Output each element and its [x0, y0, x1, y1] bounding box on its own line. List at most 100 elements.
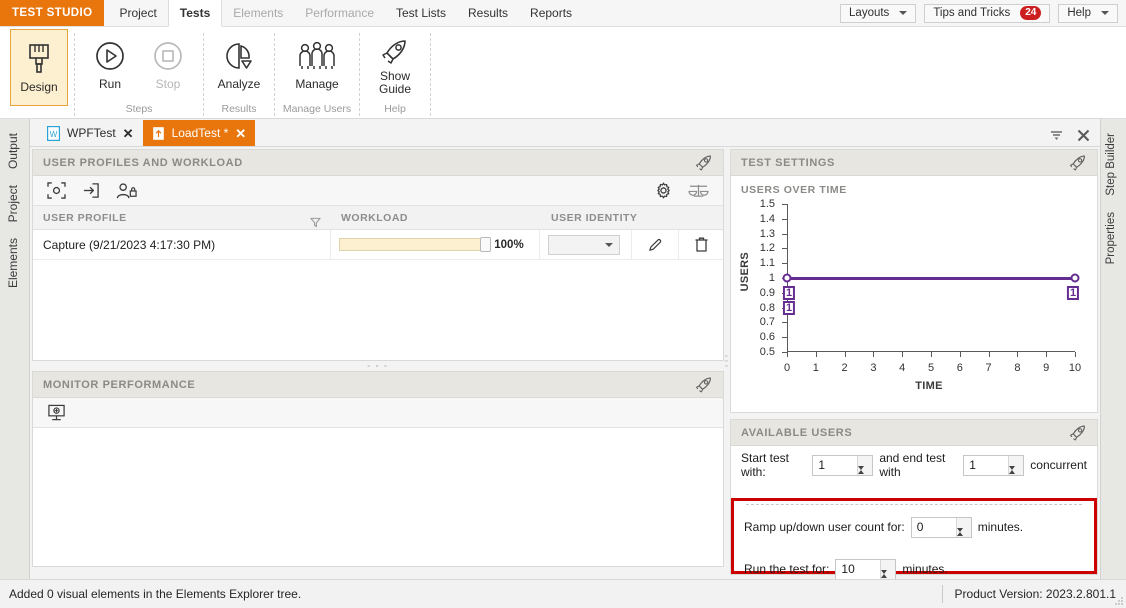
and-end-test-with-label: and end test with [879, 451, 946, 479]
start-end-users-row: Start test with: 1 and end test with 1 c… [731, 446, 1097, 484]
menu-item-tests[interactable]: Tests [167, 0, 223, 27]
sidebar-item-properties[interactable]: Properties [1105, 204, 1123, 272]
chart-y-tick-label: 1.1 [759, 257, 775, 270]
stepper-down-button[interactable] [956, 527, 971, 546]
menu-item-performance[interactable]: Performance [294, 0, 385, 26]
chart-series-line [787, 276, 1075, 280]
tab-list-icon[interactable] [1050, 130, 1063, 141]
manage-button[interactable]: Manage [281, 27, 353, 103]
menu-item-results[interactable]: Results [457, 0, 519, 26]
analyze-label: Analyze [217, 77, 261, 91]
stop-button[interactable]: Stop [139, 27, 197, 103]
menu-item-project[interactable]: Project [108, 0, 167, 26]
run-duration-input[interactable]: 10 [836, 560, 880, 579]
rocket-icon[interactable] [1068, 154, 1087, 172]
chart-x-tick: 0 [784, 352, 790, 374]
horizontal-splitter[interactable]: ▫ ▫ ▫ [32, 361, 724, 371]
gear-icon[interactable] [655, 182, 672, 199]
balance-scale-icon[interactable] [688, 182, 709, 199]
sidebar-item-project[interactable]: Project [6, 177, 24, 230]
user-profiles-card-title: USER PROFILES AND WORKLOAD [43, 156, 243, 169]
ramp-stepper[interactable]: 0 [910, 516, 972, 546]
slider-thumb[interactable] [480, 237, 492, 252]
chart-x-tick: 8 [1014, 352, 1020, 374]
svg-text:W: W [50, 130, 58, 139]
close-icon[interactable]: ✕ [123, 127, 134, 140]
chart-x-tick-label: 5 [927, 362, 935, 374]
start-users-input[interactable]: 1 [813, 456, 857, 475]
ramp-input[interactable]: 0 [912, 518, 956, 537]
chart-point-label: 1 [782, 285, 796, 300]
chart-x-tick-label: 9 [1043, 362, 1050, 374]
play-circle-icon [93, 34, 127, 78]
filter-icon[interactable] [310, 217, 321, 228]
menu-item-reports[interactable]: Reports [519, 0, 583, 26]
pencil-icon[interactable] [647, 237, 663, 253]
panes-container: USER PROFILES AND WORKLOAD USER PROFILE … [30, 147, 1100, 588]
ribbon-group-results: Analyze Results [210, 27, 268, 118]
document-tab-wpftest[interactable]: W WPFTest ✕ [38, 120, 143, 146]
ramp-label: Ramp up/down user count for: [744, 520, 905, 534]
chart-data-point [1070, 273, 1080, 283]
stepper-down-button[interactable] [1009, 465, 1023, 484]
run-button[interactable]: Run [81, 27, 139, 103]
user-identity-select[interactable] [548, 234, 621, 255]
document-tab-strip: W WPFTest ✕ LoadTest * ✕ [30, 119, 1100, 147]
document-tab-label: LoadTest * [171, 126, 229, 140]
chart-x-tick-label: 7 [985, 362, 992, 374]
monitor-add-icon[interactable] [47, 404, 66, 422]
end-users-input[interactable]: 1 [964, 456, 1008, 475]
start-users-stepper[interactable]: 1 [812, 454, 874, 484]
import-file-icon[interactable] [82, 182, 100, 199]
chart-point-label: 1 [1066, 285, 1080, 300]
tips-and-tricks-button[interactable]: Tips and Tricks 24 [924, 3, 1051, 23]
run-duration-stepper[interactable]: 10 [835, 558, 897, 588]
stepper-down-button[interactable] [858, 465, 872, 484]
trash-icon[interactable] [694, 236, 709, 253]
user-profiles-toolbar [33, 176, 723, 206]
run-the-test-for-label: Run the test for: [744, 562, 830, 576]
analyze-button[interactable]: Analyze [210, 27, 268, 103]
document-tab-loadtest[interactable]: LoadTest * ✕ [142, 120, 256, 146]
menu-item-test-lists[interactable]: Test Lists [385, 0, 457, 26]
user-profiles-card: USER PROFILES AND WORKLOAD USER PROFILE … [32, 149, 724, 361]
user-profiles-grid-header: USER PROFILE WORKLOAD USER IDENTITY [33, 206, 723, 230]
resize-grip-icon[interactable] [1113, 595, 1124, 606]
close-icon[interactable] [1077, 129, 1090, 142]
status-message: Added 0 visual elements in the Elements … [9, 587, 302, 601]
chart-x-tick-label: 3 [870, 362, 877, 374]
cell-user-identity [540, 229, 632, 260]
end-users-stepper[interactable]: 1 [963, 454, 1025, 484]
close-icon[interactable]: ✕ [235, 127, 246, 140]
tips-label: Tips and Tricks [933, 7, 1011, 19]
layouts-button[interactable]: Layouts [840, 3, 917, 23]
show-guide-button[interactable]: Show Guide [366, 27, 424, 103]
sidebar-item-output[interactable]: Output [6, 125, 24, 177]
chart-x-tick-label: 2 [841, 362, 848, 374]
rocket-icon[interactable] [694, 154, 713, 172]
chevron-down-icon [899, 11, 908, 15]
ribbon-group-manage-users: Manage Manage Users [281, 27, 353, 118]
menu-item-elements[interactable]: Elements [222, 0, 294, 26]
ramp-row: Ramp up/down user count for: 0 minutes. [734, 505, 1094, 549]
design-button[interactable]: Design [10, 29, 68, 106]
ribbon-group-steps: Run Stop Steps [81, 27, 197, 118]
stop-label: Stop [155, 77, 181, 91]
rocket-icon[interactable] [694, 376, 713, 394]
chart-x-tick: 5 [928, 352, 934, 374]
test-settings-card-title: TEST SETTINGS [741, 156, 835, 169]
sidebar-item-step-builder[interactable]: Step Builder [1105, 125, 1123, 204]
main-content-area: W WPFTest ✕ LoadTest * ✕ USER PROFILES A… [30, 119, 1100, 588]
table-row[interactable]: Capture (9/21/2023 4:17:30 PM) 100% [33, 229, 723, 260]
help-button[interactable]: Help [1058, 3, 1118, 23]
chart-y-tick: 1.5 [760, 198, 787, 210]
chart-x-tick: 1 [813, 352, 819, 374]
workload-slider[interactable] [339, 237, 492, 252]
user-lock-icon[interactable] [116, 182, 137, 200]
rocket-icon[interactable] [1068, 424, 1087, 442]
capture-camera-icon[interactable] [47, 182, 66, 199]
arrow-down-icon [956, 527, 963, 546]
ribbon-group-label-steps: Steps [125, 103, 153, 115]
sidebar-item-elements[interactable]: Elements [6, 230, 24, 296]
users-over-time-chart: USERS OVER TIME USERS 0.5 0.6 0.7 0.8 0.9 1 1.… [731, 176, 1097, 412]
